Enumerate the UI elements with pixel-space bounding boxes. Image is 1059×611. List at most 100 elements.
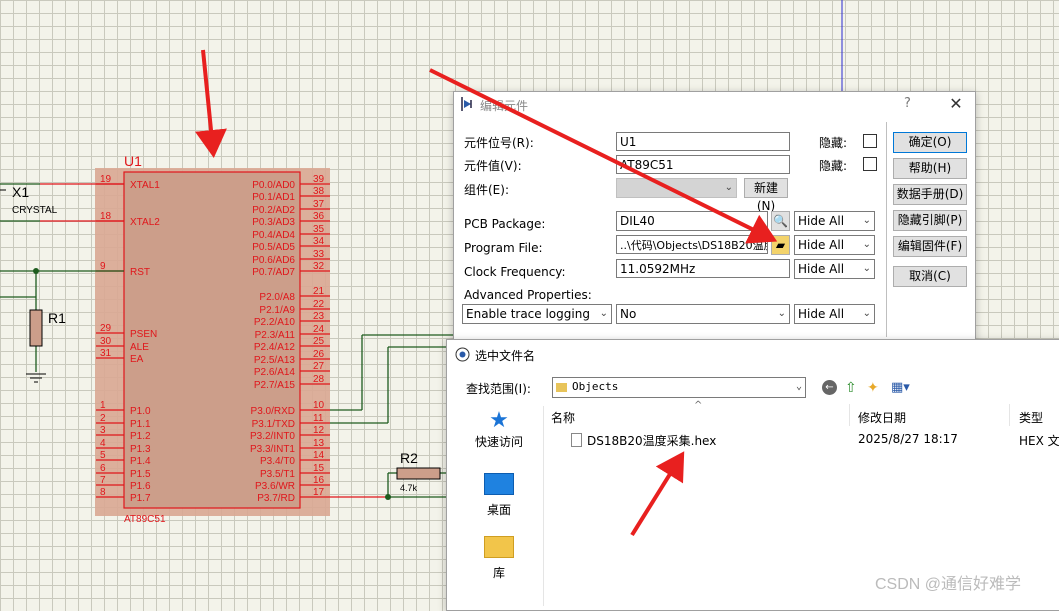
pin-number: 33 xyxy=(313,249,325,260)
pin-name: P1.5 xyxy=(130,469,151,480)
pin-name: P3.2/INT0 xyxy=(250,431,295,442)
advanced-value-select[interactable]: No ⌄ xyxy=(616,304,790,324)
pin-name: P3.7/RD xyxy=(257,493,295,504)
chevron-down-icon: ⌄ xyxy=(862,239,871,250)
hidden-pins-button[interactable]: 隐藏引脚(P) xyxy=(893,210,967,231)
cancel-button[interactable]: 取消(C) xyxy=(893,266,967,287)
edit-firmware-button[interactable]: 编辑固件(F) xyxy=(893,236,967,257)
junction-dot xyxy=(385,494,391,500)
pin-name: XTAL2 xyxy=(130,217,160,228)
view-menu-icon[interactable]: ▦▾ xyxy=(891,380,910,395)
file-icon xyxy=(571,433,582,447)
pin-name: P0.6/AD6 xyxy=(252,255,295,266)
help-button[interactable]: 帮助(H) xyxy=(893,158,967,179)
chevron-down-icon: ⌄ xyxy=(862,308,871,319)
resistor-r1: R1 xyxy=(26,309,66,383)
pin-number: 4 xyxy=(100,438,106,449)
program-file-input[interactable]: ..\代码\Objects\DS18B20温度 xyxy=(616,235,768,254)
pin-name: P3.3/INT1 xyxy=(250,444,295,455)
part-value-label: 元件值(V): xyxy=(464,159,522,173)
pin-name: P2.7/A15 xyxy=(254,380,296,391)
svg-text:R2: R2 xyxy=(400,450,418,466)
hide-select-clock[interactable]: Hide All ⌄ xyxy=(794,259,875,279)
pin-name: P2.2/A10 xyxy=(254,317,296,328)
pin-number: 34 xyxy=(313,236,325,247)
ok-button[interactable]: 确定(O) xyxy=(893,132,967,153)
look-in-select[interactable]: Objects ⌄ xyxy=(552,377,806,398)
pin-number: 29 xyxy=(100,323,112,334)
pin-number: 39 xyxy=(313,174,325,185)
pin-number: 30 xyxy=(100,336,112,347)
pin-name: P2.3/A11 xyxy=(255,330,296,341)
svg-text:R1: R1 xyxy=(48,310,66,326)
pin-number: 22 xyxy=(313,299,325,310)
desktop-icon xyxy=(484,473,514,495)
edit-component-dialog: 编辑元件 ? ✕ 元件位号(R): U1 隐藏: 元件值(V): AT89C51… xyxy=(453,91,976,343)
program-file-label: Program File: xyxy=(464,241,543,255)
svg-text:4.7k: 4.7k xyxy=(400,483,418,493)
clock-frequency-input[interactable]: 11.0592MHz xyxy=(616,259,790,278)
file-row[interactable]: DS18B20温度采集.hex xyxy=(571,432,716,449)
component-icon xyxy=(461,97,472,111)
group-label: 组件(E): xyxy=(464,183,509,197)
x1-ref: X1 xyxy=(12,184,29,200)
pin-number: 15 xyxy=(313,463,325,474)
up-folder-icon[interactable]: ⇧ xyxy=(845,380,857,396)
pin-name: P1.1 xyxy=(130,419,151,430)
part-ref-label: 元件位号(R): xyxy=(464,136,534,150)
pin-number: 38 xyxy=(313,186,325,197)
pin-number: 12 xyxy=(313,425,325,436)
pin-name: EA xyxy=(130,354,144,365)
binoculars-icon[interactable]: 🔍 xyxy=(771,211,790,231)
help-icon[interactable]: ? xyxy=(904,96,911,111)
folder-icon xyxy=(556,382,567,392)
pin-name: P1.2 xyxy=(130,431,151,442)
pin-name: P2.4/A12 xyxy=(254,342,296,353)
place-desktop[interactable]: 桌面 xyxy=(455,473,543,518)
star-icon: ★ xyxy=(489,408,509,433)
pin-number: 26 xyxy=(313,349,325,360)
new-folder-icon[interactable]: ✦ xyxy=(867,380,879,396)
advanced-properties-label: Advanced Properties: xyxy=(464,288,592,302)
sort-arrow-icon: ^ xyxy=(694,400,703,411)
dialog-titlebar: 编辑元件 ? ✕ xyxy=(454,92,975,118)
pin-number: 6 xyxy=(100,463,106,474)
pin-name: P1.4 xyxy=(130,456,151,467)
pcb-package-select[interactable]: DIL40 ⌄ xyxy=(616,211,768,231)
place-library[interactable]: 库 xyxy=(455,536,543,581)
pin-number: 7 xyxy=(100,475,106,486)
group-select[interactable]: ⌄ xyxy=(616,178,737,198)
hidden-checkbox-ref[interactable] xyxy=(863,134,877,148)
close-icon[interactable]: ✕ xyxy=(944,94,968,113)
pin-name: P0.2/AD2 xyxy=(252,205,295,216)
place-quick-access[interactable]: ★ 快速访问 xyxy=(455,408,543,450)
hidden-checkbox-value[interactable] xyxy=(863,157,877,171)
pin-number: 21 xyxy=(313,286,325,297)
advanced-property-select[interactable]: Enable trace logging ⌄ xyxy=(462,304,612,324)
col-header-name[interactable]: 名称 xyxy=(551,409,575,426)
pin-name: P1.3 xyxy=(130,444,151,455)
pin-name: P0.7/AD7 xyxy=(252,267,295,278)
hide-select-program[interactable]: Hide All ⌄ xyxy=(794,235,875,255)
datasheet-button[interactable]: 数据手册(D) xyxy=(893,184,967,205)
back-icon[interactable]: ← xyxy=(822,380,837,395)
chevron-down-icon: ⌄ xyxy=(777,308,786,319)
folder-open-icon[interactable]: ▰ xyxy=(771,235,790,255)
pin-name: P3.1/TXD xyxy=(252,419,295,430)
hide-select-advanced[interactable]: Hide All ⌄ xyxy=(794,304,875,324)
pin-number: 36 xyxy=(313,211,325,222)
pin-number: 31 xyxy=(100,348,112,359)
chevron-down-icon: ⌄ xyxy=(862,215,871,226)
col-header-type[interactable]: 类型 xyxy=(1019,409,1043,426)
chevron-down-icon: ⌄ xyxy=(599,308,608,319)
hide-select-pcb[interactable]: Hide All ⌄ xyxy=(794,211,875,231)
pin-number: 5 xyxy=(100,450,106,461)
part-ref-input[interactable]: U1 xyxy=(616,132,790,151)
chevron-down-icon: ⌄ xyxy=(724,182,733,193)
col-header-date[interactable]: 修改日期 xyxy=(858,409,906,426)
part-value-input[interactable]: AT89C51 xyxy=(616,155,790,174)
pin-name: P2.0/A8 xyxy=(259,292,295,303)
pin-name: XTAL1 xyxy=(130,180,160,191)
pin-name: P0.4/AD4 xyxy=(252,230,295,241)
new-button[interactable]: 新建(N) xyxy=(744,178,788,213)
